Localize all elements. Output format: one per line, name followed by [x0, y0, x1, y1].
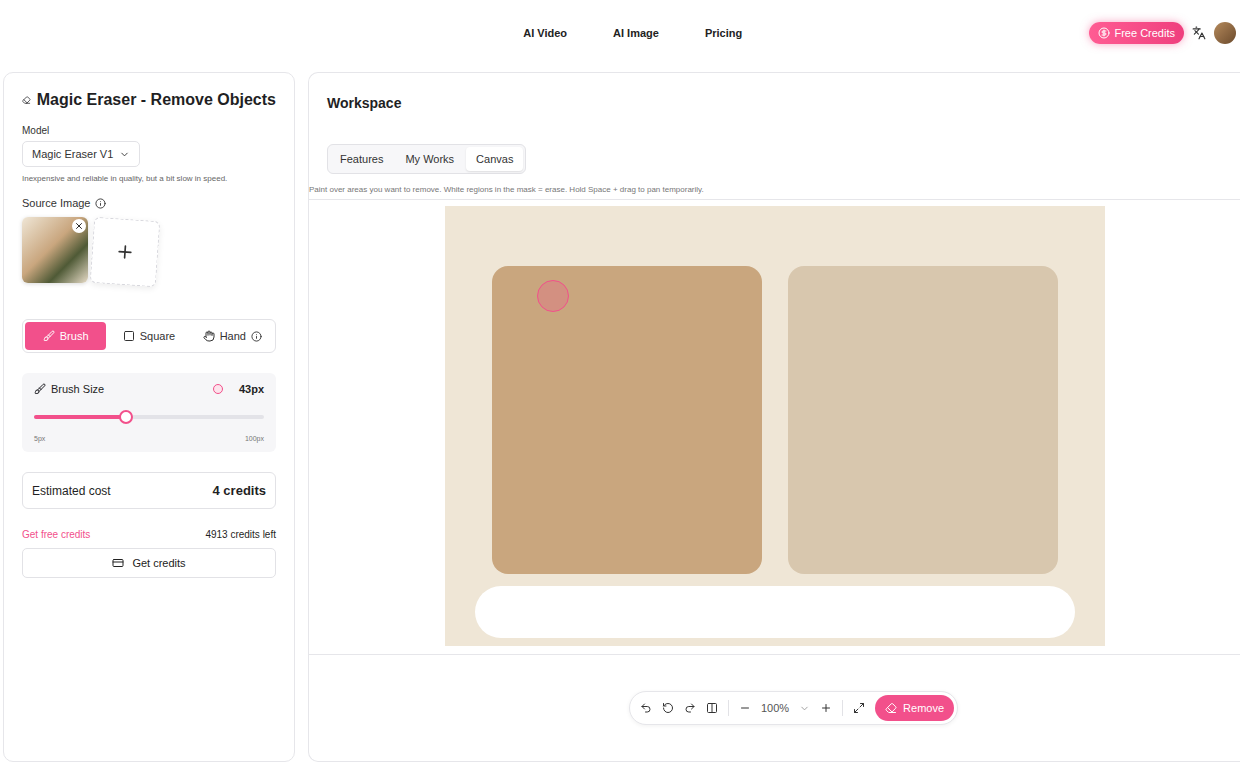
source-images — [22, 217, 276, 285]
workspace-tab[interactable]: Canvas — [466, 147, 523, 171]
chevron-down-icon — [119, 149, 130, 160]
close-icon — [74, 221, 84, 231]
credits-left: 4913 credits left — [205, 529, 276, 540]
slider-fill — [34, 415, 126, 419]
slider-min: 5px — [34, 435, 45, 442]
zoom-in-button[interactable] — [820, 702, 832, 714]
tool-selector: BrushSquareHand — [22, 319, 276, 353]
credit-card-icon — [112, 557, 124, 569]
picture-panel — [492, 266, 762, 574]
canvas-toolbar: 100% Remove — [629, 691, 958, 725]
chevron-down-icon — [799, 703, 810, 714]
fit-button[interactable] — [853, 702, 865, 714]
get-credits-button[interactable]: Get credits — [22, 548, 276, 578]
cost-value: 4 credits — [213, 483, 266, 498]
language-button[interactable] — [1192, 26, 1206, 40]
page: AI Video AI Image Pricing Free Credits Magic… — [0, 0, 1240, 780]
user-avatar[interactable] — [1214, 22, 1236, 44]
source-thumbnail[interactable] — [22, 217, 88, 283]
slider-thumb[interactable] — [119, 410, 133, 424]
zoom-menu-button[interactable] — [799, 703, 810, 714]
undo-button[interactable] — [640, 702, 652, 714]
free-credits-button[interactable]: Free Credits — [1089, 22, 1184, 44]
reset-icon — [662, 702, 674, 714]
undo-icon — [640, 702, 652, 714]
tool-icon — [203, 330, 215, 342]
estimated-cost: Estimated cost 4 credits — [22, 472, 276, 509]
redo-button[interactable] — [684, 702, 696, 714]
credits-row: Get free credits 4913 credits left — [22, 529, 276, 540]
main-nav: AI Video AI Image Pricing — [0, 27, 1089, 39]
canvas — [309, 199, 1240, 655]
workspace-title: Workspace — [309, 73, 1240, 111]
brush-size-control: Brush Size 43px 5px 100px — [22, 373, 276, 452]
remove-button[interactable]: Remove — [875, 695, 954, 721]
brush-cursor — [537, 280, 569, 312]
main: Magic Eraser - Remove Objects Model Magic … — [0, 65, 1240, 780]
tool-button[interactable]: Brush — [25, 322, 106, 350]
nav-item[interactable]: Pricing — [705, 27, 742, 39]
slider-max: 100px — [245, 435, 264, 442]
free-credits-link[interactable]: Get free credits — [22, 529, 90, 540]
brush-size-value: 43px — [239, 383, 264, 395]
workspace-tab[interactable]: My Works — [395, 147, 464, 171]
model-description: Inexpensive and reliable in quality, but… — [22, 174, 276, 183]
coin-icon — [1098, 27, 1110, 39]
compare-icon — [706, 702, 718, 714]
canvas-hint: Paint over areas you want to remove. Whi… — [309, 174, 1240, 199]
brush-size-slider[interactable] — [34, 415, 264, 419]
model-label: Model — [22, 125, 276, 136]
translate-icon — [1192, 26, 1206, 40]
tool-button[interactable]: Square — [108, 322, 189, 350]
tool-icon — [43, 330, 55, 342]
eraser-icon — [885, 702, 897, 714]
panel-title: Magic Eraser - Remove Objects — [22, 91, 276, 109]
header-actions: Free Credits — [1089, 22, 1236, 44]
nav-item[interactable]: AI Image — [613, 27, 659, 39]
zoom-out-button[interactable] — [739, 702, 751, 714]
redo-icon — [684, 702, 696, 714]
source-image-label: Source Image — [22, 197, 276, 209]
divider — [728, 700, 729, 716]
minus-icon — [739, 702, 751, 714]
add-image-button[interactable] — [90, 217, 160, 287]
cost-label: Estimated cost — [32, 484, 111, 498]
picture-bar — [475, 586, 1075, 638]
source-picture[interactable] — [445, 206, 1105, 646]
remove-image-button[interactable] — [72, 219, 86, 233]
brush-preview-dot — [213, 384, 223, 394]
tool-button[interactable]: Hand — [192, 322, 273, 350]
bottom-area: 100% Remove — [309, 655, 1240, 761]
divider — [842, 700, 843, 716]
reset-button[interactable] — [662, 702, 674, 714]
compare-button[interactable] — [706, 702, 718, 714]
top-bar: AI Video AI Image Pricing Free Credits — [0, 0, 1240, 65]
zoom-level[interactable]: 100% — [761, 702, 789, 714]
brush-icon — [34, 383, 46, 395]
tool-panel: Magic Eraser - Remove Objects Model Magic … — [3, 72, 295, 762]
info-icon[interactable] — [251, 331, 262, 342]
workspace: WorkspaceFeaturesMy WorksCanvasPaint ove… — [308, 72, 1240, 762]
eraser-icon — [22, 92, 31, 108]
nav-item[interactable]: AI Video — [523, 27, 567, 39]
plus-icon — [820, 702, 832, 714]
plus-icon — [114, 241, 135, 262]
workspace-tabs: FeaturesMy WorksCanvas — [327, 144, 526, 174]
tool-icon — [123, 330, 135, 342]
info-icon[interactable] — [95, 198, 106, 209]
model-select[interactable]: Magic Eraser V1 — [22, 141, 140, 167]
expand-icon — [853, 702, 865, 714]
picture-panel — [788, 266, 1058, 574]
workspace-tab[interactable]: Features — [330, 147, 393, 171]
brush-size-label: Brush Size — [51, 383, 104, 395]
